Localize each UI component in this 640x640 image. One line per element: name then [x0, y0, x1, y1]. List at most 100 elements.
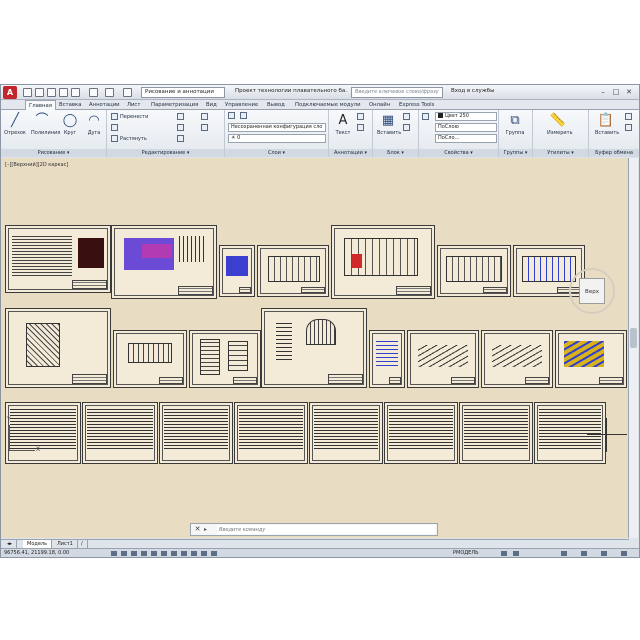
- save-icon[interactable]: [47, 88, 56, 97]
- specification-sheet[interactable]: [534, 402, 606, 464]
- modify-panel-title[interactable]: Редактирование ▾: [107, 149, 224, 157]
- tab-insert[interactable]: Вставка: [59, 100, 81, 110]
- transparency-icon[interactable]: [211, 551, 217, 556]
- isolate-icon[interactable]: [601, 551, 607, 556]
- annotation-panel-title[interactable]: Аннотации ▾: [329, 149, 372, 157]
- edit-block-tool[interactable]: [403, 124, 412, 133]
- infer-constraints-icon[interactable]: [111, 551, 117, 556]
- tab-layout[interactable]: Лист: [127, 100, 140, 110]
- specification-sheet[interactable]: [159, 402, 233, 464]
- cut-tool[interactable]: [625, 113, 634, 122]
- group-tool[interactable]: ⧉ Группа: [504, 112, 526, 148]
- rotate-tool[interactable]: [177, 113, 186, 122]
- drawing-sheet[interactable]: [261, 308, 367, 388]
- specification-sheet[interactable]: [5, 402, 81, 464]
- tab-addins[interactable]: Подключаемые модули: [295, 100, 361, 110]
- drawing-sheet[interactable]: [113, 330, 187, 388]
- close-command-icon[interactable]: ✕: [193, 525, 202, 534]
- draw-panel-title[interactable]: Рисование ▾: [1, 149, 106, 157]
- tab-output[interactable]: Вывод: [267, 100, 285, 110]
- tab-manage[interactable]: Управление: [225, 100, 258, 110]
- arc-tool[interactable]: ◠ Дуга: [83, 112, 105, 148]
- dimension-tool[interactable]: [357, 113, 366, 122]
- layer-off-tool[interactable]: [240, 112, 249, 121]
- workspace-gear-icon[interactable]: [123, 88, 132, 97]
- tab-annotate[interactable]: Аннотации: [89, 100, 120, 110]
- drawing-sheet[interactable]: [437, 245, 511, 297]
- text-tool[interactable]: A Текст: [332, 112, 354, 148]
- osnap-icon[interactable]: [161, 551, 167, 556]
- drawing-sheet[interactable]: [219, 245, 255, 297]
- workspace-select[interactable]: Рисование и аннотации: [141, 87, 225, 98]
- utilities-panel-title[interactable]: Утилиты ▾: [533, 149, 588, 157]
- copy-clip-tool[interactable]: [625, 124, 634, 133]
- copy-tool[interactable]: [111, 124, 120, 133]
- tab-express-tools[interactable]: Express Tools: [399, 100, 434, 110]
- leader-tool[interactable]: [357, 124, 366, 133]
- maximize-icon[interactable]: □: [610, 87, 622, 97]
- specification-sheet[interactable]: [384, 402, 458, 464]
- fullscreen-icon[interactable]: [621, 551, 627, 556]
- undo-icon[interactable]: [89, 88, 98, 97]
- lock-icon[interactable]: [581, 551, 587, 556]
- redo-icon[interactable]: [105, 88, 114, 97]
- specification-sheet[interactable]: [82, 402, 158, 464]
- drawing-sheet[interactable]: [481, 330, 553, 388]
- otrack-icon[interactable]: [171, 551, 177, 556]
- polar-icon[interactable]: [151, 551, 157, 556]
- properties-panel-title[interactable]: Свойства ▾: [419, 149, 498, 157]
- signin-button[interactable]: Вход в службы: [451, 88, 494, 94]
- quick-view-icon[interactable]: [501, 551, 507, 556]
- minimize-icon[interactable]: –: [597, 87, 609, 97]
- clipboard-panel-title[interactable]: Буфер обмена: [589, 149, 639, 157]
- linetype-select[interactable]: ПоСлою: [435, 123, 497, 132]
- stretch-tool[interactable]: Растянуть: [111, 135, 147, 144]
- ortho-icon[interactable]: [141, 551, 147, 556]
- move-tool[interactable]: Перенести: [111, 113, 148, 122]
- ducs-icon[interactable]: [181, 551, 187, 556]
- specification-sheet[interactable]: [309, 402, 383, 464]
- scrollbar-thumb[interactable]: [630, 328, 637, 348]
- model-space-indicator[interactable]: РМОДЕЛЬ: [453, 549, 479, 557]
- measure-tool[interactable]: 📏 Измерить: [547, 112, 573, 148]
- line-tool[interactable]: ╱ Отрезок: [4, 112, 26, 148]
- drawing-sheet[interactable]: [5, 225, 111, 293]
- workspace-switch-icon[interactable]: [561, 551, 567, 556]
- grid-icon[interactable]: [131, 551, 137, 556]
- insert-block-tool[interactable]: ▦ Вставить: [377, 112, 401, 148]
- tab-parametric[interactable]: Параметризация: [151, 100, 198, 110]
- annotation-scale-icon[interactable]: [513, 551, 519, 556]
- scale-tool[interactable]: [177, 135, 186, 144]
- current-layer-select[interactable]: ☀ 0: [228, 134, 326, 143]
- layer-config-select[interactable]: Несохраненная конфигурация сло: [228, 123, 326, 132]
- viewcube-top-face[interactable]: Верх: [579, 278, 605, 304]
- mirror-tool[interactable]: [177, 124, 186, 133]
- match-properties-tool[interactable]: [422, 113, 431, 122]
- tab-online[interactable]: Онлайн: [369, 100, 390, 110]
- circle-tool[interactable]: ◯ Круг: [59, 112, 81, 148]
- drawing-sheet[interactable]: [331, 225, 435, 299]
- viewport-controls[interactable]: [–][Верхний][2D каркас]: [5, 162, 68, 168]
- dyn-icon[interactable]: [191, 551, 197, 556]
- drawing-sheet[interactable]: [257, 245, 329, 297]
- plot-icon[interactable]: [71, 88, 80, 97]
- search-input[interactable]: Введите ключевое слово/фразу: [351, 87, 443, 98]
- drawing-sheet[interactable]: [111, 225, 217, 299]
- lineweight-select[interactable]: ПоСло...: [435, 134, 497, 143]
- snap-mode-icon[interactable]: [121, 551, 127, 556]
- close-icon[interactable]: ✕: [623, 87, 635, 97]
- color-select[interactable]: Цвет 250: [435, 112, 497, 121]
- specification-sheet[interactable]: [234, 402, 308, 464]
- drawing-sheet[interactable]: [369, 330, 405, 388]
- application-menu-button[interactable]: A: [3, 86, 17, 99]
- drawing-sheet[interactable]: [407, 330, 479, 388]
- lineweight-icon[interactable]: [201, 551, 207, 556]
- groups-panel-title[interactable]: Группы ▾: [499, 149, 532, 157]
- tab-view[interactable]: Вид: [206, 100, 217, 110]
- explode-tool[interactable]: [201, 124, 210, 133]
- drawing-viewport[interactable]: [–][Верхний][2D каркас] Верх: [1, 158, 629, 538]
- tab-home[interactable]: Главная: [25, 100, 56, 110]
- layers-panel-title[interactable]: Слои ▾: [225, 149, 328, 157]
- block-panel-title[interactable]: Блок ▾: [373, 149, 418, 157]
- polyline-tool[interactable]: ⌒ Полилиния: [31, 112, 60, 148]
